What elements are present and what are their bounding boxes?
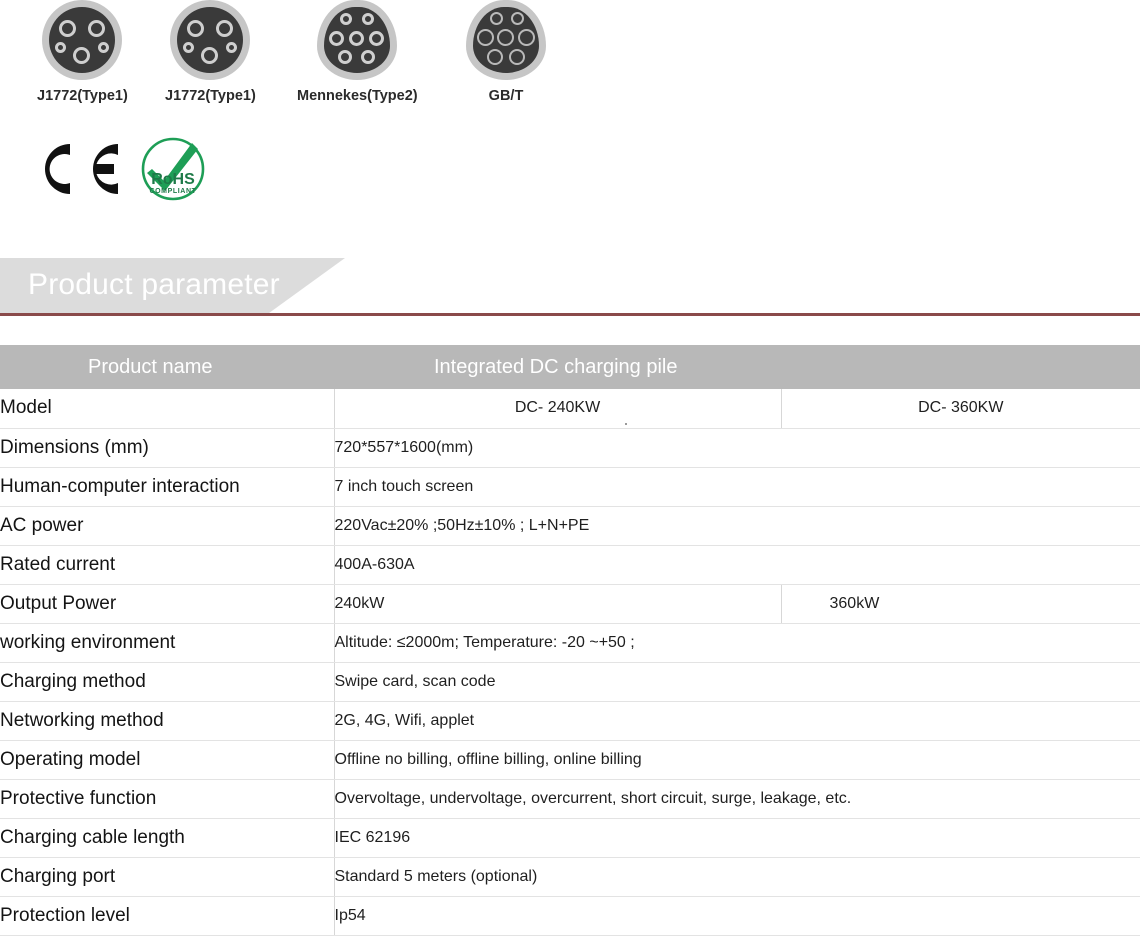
mennekes-type2-connector-icon bbox=[317, 0, 398, 80]
row-value-a: DC- 240KW bbox=[334, 389, 782, 429]
connector-item-3: GB/T bbox=[466, 0, 546, 104]
table-row: Networking method 2G, 4G, Wifi, applet bbox=[0, 701, 1140, 741]
row-value-a: Offline no billing, offline billing, onl… bbox=[334, 740, 1140, 780]
row-label: Dimensions (mm) bbox=[0, 428, 335, 468]
row-label: Protection level bbox=[0, 896, 335, 936]
rohs-sublabel: COMPLIANT bbox=[149, 188, 196, 195]
section-banner: Product parameter bbox=[0, 258, 1140, 425]
row-label: Output Power bbox=[0, 584, 335, 624]
j1772-type1-connector-icon bbox=[42, 0, 123, 80]
table-row: AC power 220Vac±20% ;50Hz±10% ; L+N+PE bbox=[0, 506, 1140, 546]
table-row: Output Power 240kW 360kW bbox=[0, 584, 1140, 624]
table-row: Protection level Ip54 bbox=[0, 896, 1140, 936]
connector-label: GB/T bbox=[488, 88, 524, 104]
table-row: Rated current 400A-630A bbox=[0, 545, 1140, 585]
row-label: Protective function bbox=[0, 779, 335, 819]
row-label: Human-computer interaction bbox=[0, 467, 335, 507]
row-value-a: 220Vac±20% ;50Hz±10% ; L+N+PE bbox=[334, 506, 1140, 546]
row-value-a: 720*557*1600(mm) bbox=[334, 428, 1140, 468]
row-label: Model bbox=[0, 389, 335, 429]
table-row: Charging method Swipe card, scan code bbox=[0, 662, 1140, 702]
connector-label: J1772(Type1) bbox=[37, 88, 128, 104]
row-value-b: DC- 360KW bbox=[781, 389, 1140, 429]
table-row: Model DC- 240KW DC- 360KW bbox=[0, 389, 1140, 429]
connector-label: J1772(Type1) bbox=[165, 88, 256, 104]
page-title: Product parameter bbox=[28, 268, 280, 301]
table-row: Dimensions (mm) 720*557*1600(mm) bbox=[0, 428, 1140, 468]
rohs-label: RoHS bbox=[151, 171, 195, 188]
row-label: Charging cable length bbox=[0, 818, 335, 858]
j1772-type1-connector-icon bbox=[170, 0, 251, 80]
table-row: Charging port Standard 5 meters (optiona… bbox=[0, 857, 1140, 897]
header-product-name: Product name bbox=[0, 345, 334, 389]
ce-mark-icon bbox=[34, 138, 126, 205]
table-row: Protective function Overvoltage, undervo… bbox=[0, 779, 1140, 819]
row-value-a: 2G, 4G, Wifi, applet bbox=[334, 701, 1140, 741]
connector-label: Mennekes(Type2) bbox=[297, 88, 418, 104]
row-value-a: 240kW bbox=[334, 584, 782, 624]
product-parameter-table: Product name Integrated DC charging pile… bbox=[0, 345, 1140, 936]
banner-divider bbox=[0, 313, 1140, 316]
row-value-a: Swipe card, scan code bbox=[334, 662, 1140, 702]
row-value-b: 360kW bbox=[781, 584, 1140, 624]
connector-item-1: J1772(Type1) bbox=[165, 0, 256, 104]
table-row: Charging cable length IEC 62196 bbox=[0, 818, 1140, 858]
connector-item-2: Mennekes(Type2) bbox=[297, 0, 418, 104]
row-label: Networking method bbox=[0, 701, 335, 741]
header-product-value: Integrated DC charging pile bbox=[334, 345, 1140, 389]
row-value-a: Ip54 bbox=[334, 896, 1140, 936]
gbt-connector-icon bbox=[466, 0, 546, 80]
row-value-a: Overvoltage, undervoltage, overcurrent, … bbox=[334, 779, 1140, 819]
row-value-a: Standard 5 meters (optional) bbox=[334, 857, 1140, 897]
row-value-a: 400A-630A bbox=[334, 545, 1140, 585]
rohs-compliant-icon: RoHS COMPLIANT bbox=[140, 136, 206, 207]
row-label: Charging method bbox=[0, 662, 335, 702]
row-label: AC power bbox=[0, 506, 335, 546]
row-label: working environment bbox=[0, 623, 335, 663]
table-header-row: Product name Integrated DC charging pile bbox=[0, 345, 1140, 389]
connector-item-0: J1772(Type1) bbox=[37, 0, 128, 104]
table-row: Operating model Offline no billing, offl… bbox=[0, 740, 1140, 780]
table-row: working environment Altitude: ≤2000m; Te… bbox=[0, 623, 1140, 663]
table-row: Human-computer interaction 7 inch touch … bbox=[0, 467, 1140, 507]
table-body: Product name Integrated DC charging pile… bbox=[0, 345, 1140, 936]
row-value-a: Altitude: ≤2000m; Temperature: -20 ~+50 … bbox=[334, 623, 1140, 663]
row-value-a: 7 inch touch screen bbox=[334, 467, 1140, 507]
row-value-a: IEC 62196 bbox=[334, 818, 1140, 858]
connector-type-strip: J1772(Type1) J1772(Type1) Mennekes(Type2… bbox=[0, 0, 1140, 130]
row-label: Rated current bbox=[0, 545, 335, 585]
row-label: Operating model bbox=[0, 740, 335, 780]
row-label: Charging port bbox=[0, 857, 335, 897]
